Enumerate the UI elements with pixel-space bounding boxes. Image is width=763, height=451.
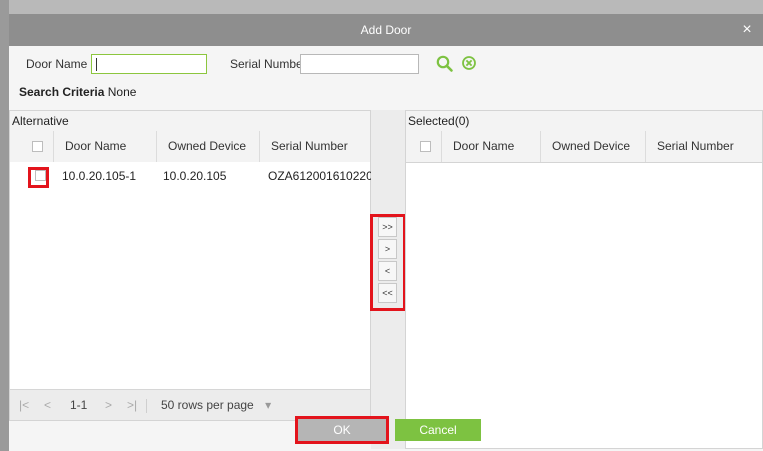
clear-circle-icon[interactable] <box>459 53 481 75</box>
search-row: Door Name Serial Number <box>9 53 763 77</box>
door-name-input[interactable] <box>91 54 207 74</box>
selected-panel: Selected(0) Door Name Owned Device Seria… <box>405 110 763 449</box>
row-serial-number: OZA6120016102200103 <box>268 169 371 183</box>
column-serial-number[interactable]: Serial Number <box>657 131 734 162</box>
search-icon[interactable] <box>434 53 456 75</box>
text-caret <box>96 58 97 71</box>
row-door-name: 10.0.20.105-1 <box>62 169 137 183</box>
column-serial-number[interactable]: Serial Number <box>271 131 348 162</box>
search-criteria-value: None <box>107 85 137 99</box>
first-page-button[interactable]: |< <box>19 390 29 420</box>
checkbox-highlight <box>28 167 49 188</box>
column-door-name[interactable]: Door Name <box>453 131 514 162</box>
add-door-dialog: Add Door × Door Name Serial Number Searc… <box>9 14 763 451</box>
ok-highlight <box>295 416 389 444</box>
column-door-name[interactable]: Door Name <box>65 131 126 162</box>
select-all-checkbox[interactable] <box>420 141 431 152</box>
background-window-top <box>0 0 763 14</box>
selected-table-header: Door Name Owned Device Serial Number <box>406 131 762 163</box>
close-icon[interactable]: × <box>737 14 757 46</box>
dialog-title: Add Door <box>360 23 412 37</box>
table-row[interactable]: 10.0.20.105-1 10.0.20.105 OZA61200161022… <box>10 162 371 190</box>
page-range: 1-1 <box>70 398 88 412</box>
next-page-button[interactable]: > <box>105 390 112 420</box>
prev-page-button[interactable]: < <box>44 390 51 420</box>
alternative-table-header: Door Name Owned Device Serial Number <box>10 131 370 163</box>
alternative-panel: Alternative Door Name Owned Device Seria… <box>9 110 371 421</box>
selected-title: Selected(0) <box>406 111 762 132</box>
cancel-button[interactable]: Cancel <box>395 419 481 441</box>
search-criteria: Search Criteria None <box>19 84 136 100</box>
dialog-title-bar: Add Door × <box>9 14 763 46</box>
last-page-button[interactable]: >| <box>127 390 137 420</box>
row-owned-device: 10.0.20.105 <box>163 169 227 183</box>
column-owned-device[interactable]: Owned Device <box>168 131 246 162</box>
background-window-left <box>0 0 9 451</box>
search-criteria-label: Search Criteria <box>19 85 105 99</box>
column-owned-device[interactable]: Owned Device <box>552 131 630 162</box>
serial-number-label: Serial Number <box>230 57 307 71</box>
serial-number-input[interactable] <box>300 54 419 74</box>
select-all-checkbox[interactable] <box>32 141 43 152</box>
alternative-title: Alternative <box>10 111 370 132</box>
chevron-down-icon: ▾ <box>265 398 272 412</box>
transfer-highlight <box>370 214 406 311</box>
door-name-label: Door Name <box>26 57 88 71</box>
rows-per-page-select[interactable]: 50 rows per page ▾ <box>161 390 271 420</box>
